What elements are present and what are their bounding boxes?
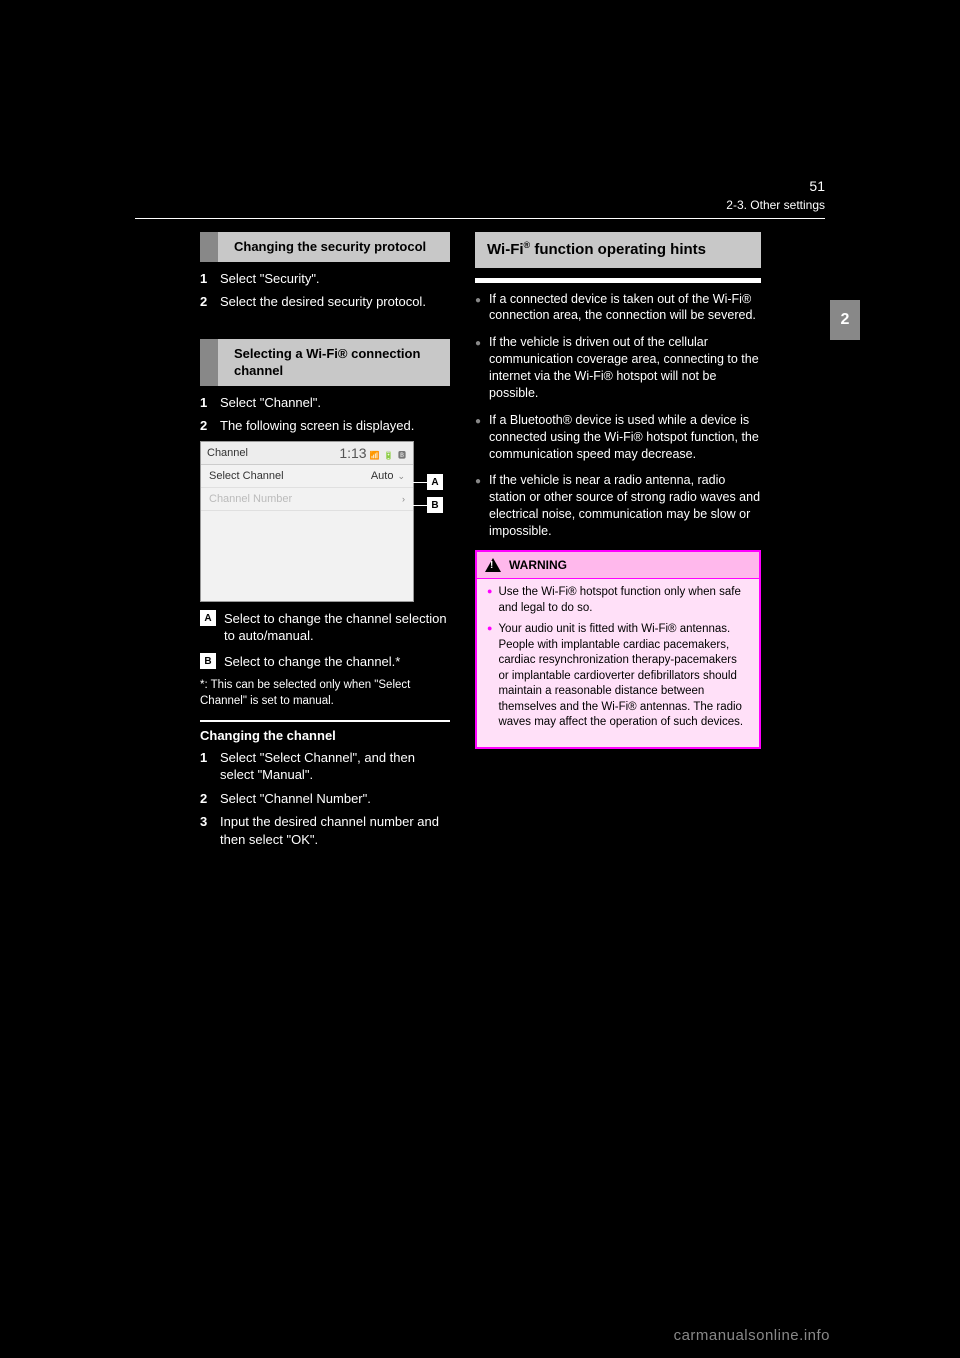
warning-bullet: Use the Wi-Fi® hotspot function only whe… bbox=[487, 585, 749, 616]
heading-text-prefix: Wi-Fi bbox=[487, 241, 524, 258]
step-text: Select the desired security protocol. bbox=[220, 293, 450, 311]
footnote: *: This can be selected only when "Selec… bbox=[200, 678, 450, 709]
header-rule bbox=[135, 218, 825, 219]
heading-text-suffix: function operating hints bbox=[530, 241, 706, 258]
warning-body: Use the Wi-Fi® hotspot function only whe… bbox=[477, 579, 759, 747]
legend-badge-b: B bbox=[200, 653, 216, 669]
step-number: 1 bbox=[200, 270, 212, 288]
step-number: 2 bbox=[200, 293, 212, 311]
warning-bullet-text: Use the Wi-Fi® hotspot function only whe… bbox=[498, 585, 749, 616]
warning-bullet: Your audio unit is fitted with Wi-Fi® an… bbox=[487, 622, 749, 731]
bullet-text: If a Bluetooth® device is used while a d… bbox=[489, 412, 761, 463]
bullet-icon bbox=[475, 412, 481, 463]
chapter-side-tab: 2 bbox=[830, 300, 860, 340]
step-text: Select "Select Channel", and then select… bbox=[220, 749, 450, 784]
legend-item: B Select to change the channel.* bbox=[200, 653, 450, 671]
step: 1 Select "Select Channel", and then sele… bbox=[200, 749, 450, 784]
step-number: 3 bbox=[200, 813, 212, 848]
left-column: Changing the security protocol 1 Select … bbox=[200, 232, 450, 854]
section-heading-label: Changing the security protocol bbox=[234, 239, 426, 254]
step-text: Input the desired channel number and the… bbox=[220, 813, 450, 848]
thick-rule bbox=[475, 278, 761, 283]
row-value: Auto⌄ bbox=[371, 470, 405, 482]
section-tab-icon bbox=[200, 339, 218, 386]
wifi-hints-heading: Wi-Fi® function operating hints bbox=[475, 232, 761, 268]
legend-item: A Select to change the channel selection… bbox=[200, 610, 450, 645]
bullet-icon bbox=[475, 472, 481, 540]
screenshot-clock: 1:13 📶 🔋 🅱 bbox=[339, 445, 407, 461]
screenshot-row-channel-number: Channel Number › bbox=[201, 488, 413, 511]
step: 2 Select the desired security protocol. bbox=[200, 293, 450, 311]
step-number: 1 bbox=[200, 749, 212, 784]
screenshot-channel-screen: Channel 1:13 📶 🔋 🅱 Select Channel Auto⌄ … bbox=[200, 441, 414, 602]
legend-text: Select to change the channel selection t… bbox=[224, 610, 450, 645]
step: 2 Select "Channel Number". bbox=[200, 790, 450, 808]
step-number: 2 bbox=[200, 417, 212, 435]
bullet-icon bbox=[475, 334, 481, 402]
watermark: carmanualsonline.info bbox=[674, 1327, 830, 1344]
bullet-text: If the vehicle is driven out of the cell… bbox=[489, 334, 761, 402]
screenshot-row-select-channel[interactable]: Select Channel Auto⌄ bbox=[201, 465, 413, 488]
callout-line bbox=[413, 505, 427, 506]
step: 3 Input the desired channel number and t… bbox=[200, 813, 450, 848]
warning-title: WARNING bbox=[509, 557, 567, 573]
row-label: Channel Number bbox=[209, 493, 292, 505]
step-text: Select "Security". bbox=[220, 270, 450, 288]
callout-line bbox=[413, 482, 427, 483]
bullet-item: If a connected device is taken out of th… bbox=[475, 291, 761, 325]
warning-bullet-text: Your audio unit is fitted with Wi-Fi® an… bbox=[498, 622, 749, 731]
step-text: The following screen is displayed. bbox=[220, 417, 450, 435]
screenshot-time: 1:13 bbox=[339, 445, 366, 461]
warning-box: WARNING Use the Wi-Fi® hotspot function … bbox=[475, 550, 761, 749]
bullet-text: If a connected device is taken out of th… bbox=[489, 291, 761, 325]
screenshot-titlebar: Channel 1:13 📶 🔋 🅱 bbox=[201, 442, 413, 465]
section-tab-icon bbox=[200, 232, 218, 262]
row-label: Select Channel bbox=[209, 470, 284, 482]
step-number: 1 bbox=[200, 394, 212, 412]
subheading-changing-channel: Changing the channel bbox=[200, 720, 450, 743]
bullet-item: If a Bluetooth® device is used while a d… bbox=[475, 412, 761, 463]
screenshot-title: Channel bbox=[207, 447, 248, 459]
bullet-item: If the vehicle is driven out of the cell… bbox=[475, 334, 761, 402]
bullet-icon bbox=[475, 291, 481, 325]
step-text: Select "Channel Number". bbox=[220, 790, 450, 808]
callout-badge-b: B bbox=[427, 497, 443, 513]
right-column: Wi-Fi® function operating hints If a con… bbox=[475, 232, 761, 749]
callout-badge-a: A bbox=[427, 474, 443, 490]
step: 2 The following screen is displayed. bbox=[200, 417, 450, 435]
chevron-down-icon: ⌄ bbox=[397, 471, 405, 481]
chapter-reference: 2-3. Other settings bbox=[726, 198, 825, 212]
bullet-item: If the vehicle is near a radio antenna, … bbox=[475, 472, 761, 540]
section-heading-security: Changing the security protocol bbox=[200, 232, 450, 262]
page-number: 51 bbox=[809, 178, 825, 194]
legend-text: Select to change the channel.* bbox=[224, 653, 450, 671]
warning-header: WARNING bbox=[477, 552, 759, 579]
screenshot-blank-area bbox=[201, 511, 413, 601]
step: 1 Select "Security". bbox=[200, 270, 450, 288]
step-number: 2 bbox=[200, 790, 212, 808]
bullet-text: If the vehicle is near a radio antenna, … bbox=[489, 472, 761, 540]
section-heading-channel: Selecting a Wi-Fi® connection channel bbox=[200, 339, 450, 386]
chevron-right-icon: › bbox=[402, 494, 405, 504]
status-icons: 📶 🔋 🅱 bbox=[370, 451, 407, 460]
section-heading-label: Selecting a Wi-Fi® connection channel bbox=[234, 346, 420, 379]
legend-badge-a: A bbox=[200, 610, 216, 626]
step: 1 Select "Channel". bbox=[200, 394, 450, 412]
warning-icon bbox=[485, 558, 501, 572]
step-text: Select "Channel". bbox=[220, 394, 450, 412]
